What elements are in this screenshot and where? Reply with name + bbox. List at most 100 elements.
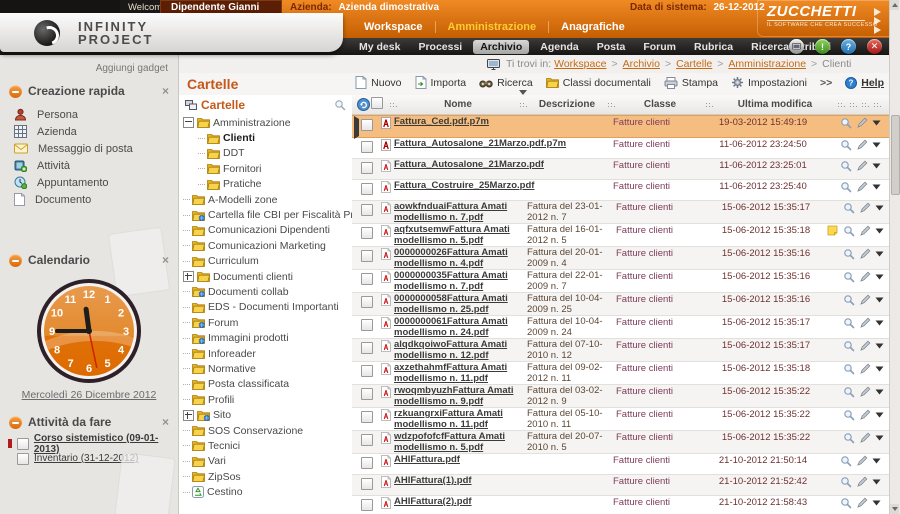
monitor-icon[interactable] (789, 39, 804, 54)
tree-item-amministrazione[interactable]: Amministrazione (179, 115, 352, 130)
tab-anagrafiche[interactable]: Anagrafiche (549, 21, 637, 33)
preview-icon[interactable] (841, 409, 857, 421)
more-caret-icon[interactable] (870, 497, 883, 506)
logout-icon[interactable]: ✕ (867, 39, 882, 54)
row-checkbox[interactable] (361, 388, 373, 400)
edit-icon[interactable] (857, 271, 873, 283)
tree-item-cartella-file-cbi-per-fiscalit-privilegiata[interactable]: Cartella file CBI per Fiscalità Privileg… (179, 207, 352, 222)
row-checkbox[interactable] (361, 204, 373, 216)
edit-icon[interactable] (857, 225, 873, 237)
edit-icon[interactable] (854, 497, 870, 509)
row-checkbox[interactable] (361, 411, 373, 423)
column-grip-icon[interactable] (861, 101, 869, 109)
more-caret-icon[interactable] (870, 181, 883, 190)
document-name-link[interactable]: rzkuangrxiFattura Amati modellismo n. 11… (394, 408, 503, 430)
document-name-link[interactable]: 0000000058Fattura Amati modellismo n. 25… (394, 293, 508, 315)
table-row[interactable]: rwoqmbyuzhFattura Amati modellismo n. 9.… (352, 385, 890, 408)
column-grip-icon[interactable] (849, 101, 857, 109)
preview-icon[interactable] (838, 497, 854, 509)
scroll-down-icon[interactable] (890, 504, 899, 514)
more-caret-icon[interactable] (870, 139, 883, 148)
column-header-descrizione[interactable]: Descrizione (529, 99, 605, 110)
edit-icon[interactable] (854, 160, 870, 172)
select-all-checkbox[interactable] (371, 97, 383, 109)
column-grip-icon[interactable] (837, 101, 845, 109)
edit-icon[interactable] (857, 363, 873, 375)
row-checkbox[interactable] (361, 478, 373, 490)
document-name-link[interactable]: 0000000026Fattura Amati modellismo n. 4.… (394, 247, 508, 269)
column-grip-icon[interactable] (607, 101, 615, 109)
table-row[interactable]: Fattura_Ced.pdf.p7mFatture clienti19-03-… (352, 115, 890, 138)
row-checkbox[interactable] (361, 119, 373, 131)
breadcrumb-link-cartelle[interactable]: Cartelle (676, 58, 712, 70)
preview-icon[interactable] (838, 455, 854, 467)
tree-item-clienti[interactable]: Clienti (179, 130, 352, 145)
breadcrumb-link-workspace[interactable]: Workspace (554, 58, 606, 70)
tree-item-tecnici[interactable]: Tecnici (179, 438, 352, 453)
row-checkbox[interactable] (361, 365, 373, 377)
row-checkbox[interactable] (361, 227, 373, 239)
preview-icon[interactable] (841, 248, 857, 260)
quick-create-documento[interactable]: Documento (14, 191, 178, 208)
table-row[interactable]: 0000000061Fattura Amati modellismo n. 24… (352, 316, 890, 339)
tree-item-fornitori[interactable]: Fornitori (179, 161, 352, 176)
table-row[interactable]: 0000000026Fattura Amati modellismo n. 4.… (352, 247, 890, 270)
more-caret-icon[interactable] (873, 202, 886, 211)
close-gadget-icon[interactable] (162, 417, 169, 427)
quick-create-azienda[interactable]: Azienda (14, 123, 178, 140)
menu-item-processi[interactable]: Processi (411, 40, 469, 54)
more-caret-icon[interactable] (873, 340, 886, 349)
edit-icon[interactable] (857, 202, 873, 214)
tree-item-pratiche[interactable]: Pratiche (179, 177, 352, 192)
edit-icon[interactable] (854, 117, 870, 129)
breadcrumb-link-amministrazione[interactable]: Amministrazione (728, 58, 806, 70)
column-grip-icon[interactable] (873, 101, 881, 109)
row-checkbox[interactable] (361, 342, 373, 354)
more-caret-icon[interactable] (873, 225, 886, 234)
todo-checkbox[interactable] (17, 453, 29, 465)
document-name-link[interactable]: aqfxutsemwFattura Amati modellismo n. 5.… (394, 224, 510, 246)
quick-create-persona[interactable]: Persona (14, 106, 178, 123)
tree-item-comunicazioni-dipendenti[interactable]: Comunicazioni Dipendenti (179, 223, 352, 238)
edit-icon[interactable] (857, 386, 873, 398)
more-caret-icon[interactable] (873, 409, 886, 418)
document-name-link[interactable]: Fattura_Ced.pdf.p7m (394, 116, 489, 127)
menu-item-my-desk[interactable]: My desk (352, 40, 407, 54)
nuovo-button[interactable]: Nuovo (355, 76, 401, 89)
table-row[interactable]: axzethahmfFattura Amati modellismo n. 11… (352, 362, 890, 385)
table-row[interactable]: alqdkqoiwoFattura Amati modellismo n. 12… (352, 339, 890, 362)
collapse-gadget-icon[interactable] (9, 416, 22, 429)
edit-icon[interactable] (854, 139, 870, 151)
edit-icon[interactable] (857, 294, 873, 306)
edit-icon[interactable] (857, 432, 873, 444)
help-link[interactable]: ?Help (845, 77, 884, 89)
edit-icon[interactable] (854, 181, 870, 193)
table-row[interactable]: AHIFattura(1).pdfFatture clienti21-10-20… (352, 475, 890, 496)
tab-workspace[interactable]: Workspace (352, 21, 436, 33)
preview-icon[interactable] (838, 117, 854, 129)
tree-item-zipsos[interactable]: ZipSos (179, 469, 352, 484)
tree-item-profili[interactable]: Profili (179, 392, 352, 407)
column-grip-icon[interactable] (389, 101, 397, 109)
more-caret-icon[interactable] (873, 432, 886, 441)
menu-item-agenda[interactable]: Agenda (533, 40, 586, 54)
column-header-ultima-modifica[interactable]: Ultima modifica (715, 99, 835, 110)
menu-item-forum[interactable]: Forum (636, 40, 683, 54)
document-name-link[interactable]: 0000000035Fattura Amati modellismo n. 7.… (394, 270, 508, 292)
column-header-nome[interactable]: Nome (399, 99, 517, 110)
tree-item-vari[interactable]: Vari (179, 454, 352, 469)
more-caret-icon[interactable] (873, 386, 886, 395)
row-checkbox[interactable] (361, 296, 373, 308)
more-caret-icon[interactable] (873, 363, 886, 372)
quick-create-appuntamento[interactable]: Appuntamento (14, 174, 178, 191)
toolbar-more-button[interactable]: >> (820, 77, 832, 89)
tree-item-sito[interactable]: Sito (179, 407, 352, 422)
edit-icon[interactable] (857, 340, 873, 352)
row-checkbox[interactable] (361, 319, 373, 331)
document-name-link[interactable]: aowkfnduaiFattura Amati modellismo n. 7.… (394, 201, 507, 223)
document-name-link[interactable]: Fattura_Costruire_25Marzo.pdf (394, 180, 534, 191)
preview-icon[interactable] (841, 340, 857, 352)
edit-icon[interactable] (854, 476, 870, 488)
menu-item-posta[interactable]: Posta (590, 40, 633, 54)
page-scrollbar[interactable] (889, 0, 900, 514)
